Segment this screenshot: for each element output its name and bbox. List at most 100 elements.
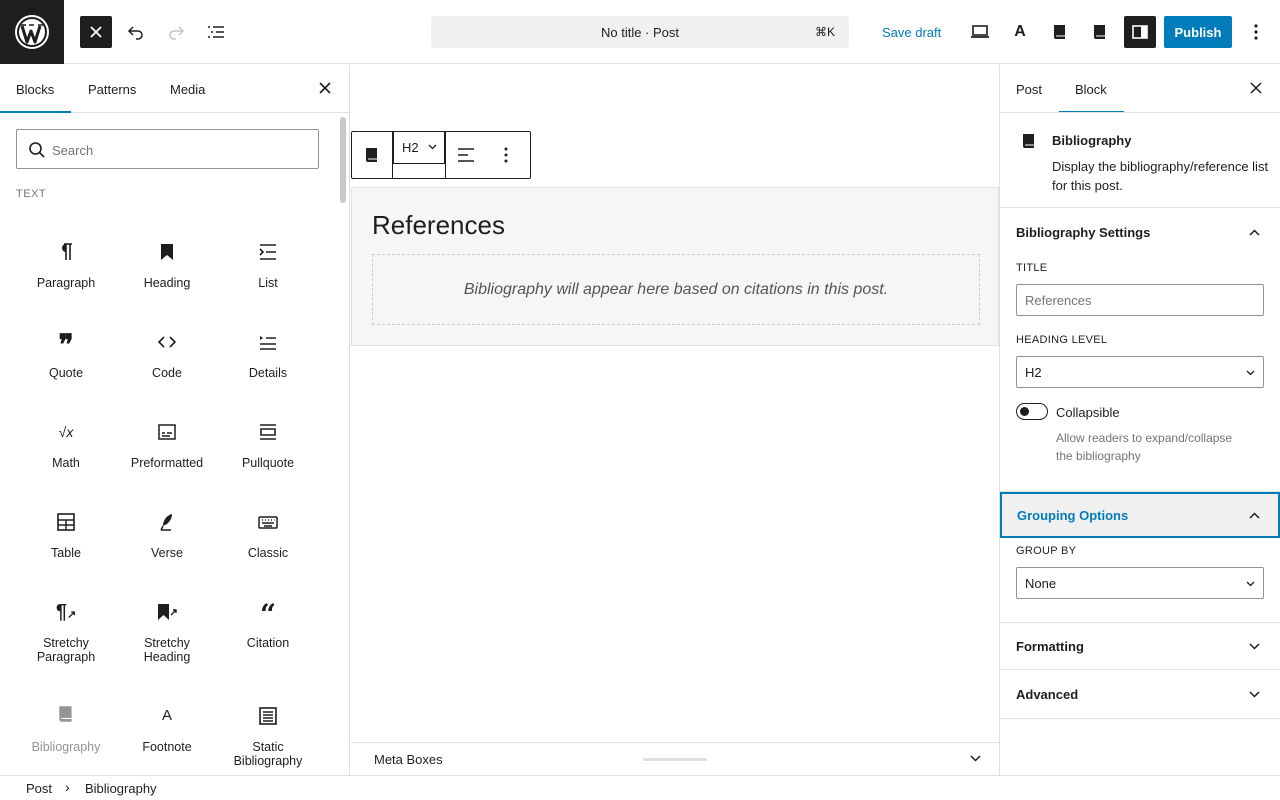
heading-icon <box>122 240 212 264</box>
stretchy-paragraph-icon: ¶↗ <box>55 601 77 623</box>
block-item-code[interactable]: Code <box>122 330 212 380</box>
block-item-bibliography[interactable]: Bibliography <box>21 704 111 754</box>
align-button[interactable] <box>452 140 480 170</box>
table-icon <box>21 510 111 534</box>
collapsible-help: Allow readers to expand/collapse the bib… <box>1056 431 1233 463</box>
more-vertical-icon <box>1254 24 1258 40</box>
citation-icon: “ <box>259 598 277 631</box>
tab-blocks[interactable]: Blocks <box>16 65 54 113</box>
breadcrumb-item-post[interactable]: Post <box>26 781 52 796</box>
options-button[interactable] <box>1240 16 1272 48</box>
heading-level-select[interactable]: H2 <box>1016 356 1264 388</box>
bibliography-icon <box>21 704 111 728</box>
heading-level-value: H2 <box>1025 364 1042 380</box>
section-title: Bibliography Settings <box>1016 224 1151 240</box>
block-item-quote[interactable]: ❞ Quote <box>21 328 111 381</box>
redo-icon <box>169 26 185 40</box>
tab-post[interactable]: Post <box>1016 65 1042 113</box>
tab-patterns[interactable]: Patterns <box>88 65 136 113</box>
block-item-preformatted[interactable]: Preformatted <box>122 420 212 470</box>
block-options-button[interactable] <box>492 140 520 170</box>
block-item-classic[interactable]: Classic <box>223 510 313 560</box>
block-item-label: Footnote <box>142 740 192 754</box>
block-item-label: Preformatted <box>130 456 204 470</box>
inserter-scrollbar[interactable] <box>340 117 346 203</box>
block-type-button[interactable] <box>352 132 393 178</box>
block-item-list[interactable]: List <box>223 240 313 290</box>
breadcrumb-separator-icon: › <box>65 779 70 795</box>
advanced-toggle[interactable]: Advanced <box>1000 670 1280 718</box>
breadcrumb-item-bibliography[interactable]: Bibliography <box>85 781 157 796</box>
preview-button[interactable] <box>964 16 996 48</box>
bibliography-heading[interactable]: References <box>372 210 505 241</box>
list-icon <box>223 240 313 264</box>
section-title: Grouping Options <box>1017 507 1129 523</box>
block-item-label: Citation <box>246 636 290 650</box>
block-item-footnote[interactable]: A Footnote <box>122 704 212 754</box>
bibliography-plugin-button[interactable] <box>1044 16 1076 48</box>
meta-boxes-bar[interactable]: Meta Boxes <box>351 742 999 775</box>
grouping-options-toggle[interactable]: Grouping Options <box>1000 492 1280 538</box>
section-title: Formatting <box>1016 638 1084 654</box>
block-item-label: Details <box>248 366 288 380</box>
footnote-icon: A <box>161 707 172 724</box>
book-icon <box>366 148 377 162</box>
toggle-knob <box>1020 407 1029 416</box>
citations-plugin-button[interactable] <box>1084 16 1116 48</box>
settings-toggle-button[interactable] <box>1124 16 1156 48</box>
undo-button[interactable] <box>120 16 152 48</box>
block-item-heading[interactable]: Heading <box>122 240 212 290</box>
chevron-down-icon <box>1246 370 1255 376</box>
collapsible-toggle[interactable] <box>1016 403 1048 420</box>
tab-block[interactable]: Block <box>1075 65 1107 113</box>
quote-icon: ❞ <box>58 328 74 361</box>
resize-handle[interactable] <box>643 758 707 761</box>
block-item-citation[interactable]: “ Citation <box>223 598 313 651</box>
block-item-details[interactable]: Details <box>223 330 313 380</box>
bibliography-placeholder: Bibliography will appear here based on c… <box>372 254 980 325</box>
toolbar-divider <box>445 132 446 178</box>
redo-button[interactable] <box>160 16 192 48</box>
chevron-down-icon <box>1249 642 1260 650</box>
close-icon <box>1250 82 1262 94</box>
block-search-input[interactable]: Search <box>16 129 319 169</box>
close-icon <box>319 82 331 94</box>
block-item-static-bibliography[interactable]: Static Bibliography <box>223 704 313 768</box>
formatting-toggle[interactable]: Formatting <box>1000 623 1280 669</box>
command-palette-button[interactable]: No title · Post ⌘K <box>431 16 849 48</box>
block-toolbar: H2 <box>351 131 531 179</box>
block-item-table[interactable]: Table <box>21 510 111 560</box>
close-icon <box>90 26 102 38</box>
shortcut-hint: ⌘K <box>814 25 835 39</box>
tab-media[interactable]: Media <box>170 65 205 113</box>
block-item-pullquote[interactable]: Pullquote <box>223 420 313 470</box>
heading-level-value: H2 <box>402 140 419 155</box>
bibliography-settings-toggle[interactable]: Bibliography Settings <box>1000 208 1280 256</box>
close-panel-button[interactable] <box>318 81 332 95</box>
close-sidebar-button[interactable] <box>1250 82 1262 94</box>
block-item-verse[interactable]: Verse <box>122 510 212 560</box>
wordpress-logo-button[interactable] <box>0 0 64 64</box>
settings-sidebar: Post Block Bibliography Display the bibl… <box>999 65 1280 775</box>
block-item-stretchy-heading[interactable]: Stretchy Heading <box>122 600 212 664</box>
document-overview-button[interactable] <box>200 16 232 48</box>
bibliography-block[interactable]: References Bibliography will appear here… <box>351 187 999 346</box>
block-item-label: Stretchy Heading <box>143 636 191 664</box>
publish-button[interactable]: Publish <box>1164 16 1232 48</box>
block-item-stretchy-paragraph[interactable]: ¶↗ Stretchy Paragraph <box>21 600 111 664</box>
breadcrumb: Post › Bibliography <box>0 775 1280 800</box>
block-item-label: Static Bibliography <box>233 740 303 768</box>
block-item-paragraph[interactable]: Paragraph <box>21 240 111 290</box>
title-input[interactable]: References <box>1016 284 1264 316</box>
block-item-math[interactable]: √x Math <box>21 420 111 470</box>
close-inserter-button[interactable] <box>80 16 112 48</box>
heading-level-dropdown[interactable]: H2 <box>393 132 445 164</box>
category-heading: TEXT <box>16 188 47 200</box>
typography-icon: A <box>1014 23 1026 40</box>
sidebar-icon <box>1132 25 1148 39</box>
group-by-select[interactable]: None <box>1016 567 1264 599</box>
editor-canvas: H2 References Bibliography will appear h… <box>351 65 999 775</box>
styles-button[interactable]: A <box>1004 16 1036 48</box>
save-draft-button[interactable]: Save draft <box>872 16 951 48</box>
heading-level-label: HEADING LEVEL <box>1016 334 1108 346</box>
